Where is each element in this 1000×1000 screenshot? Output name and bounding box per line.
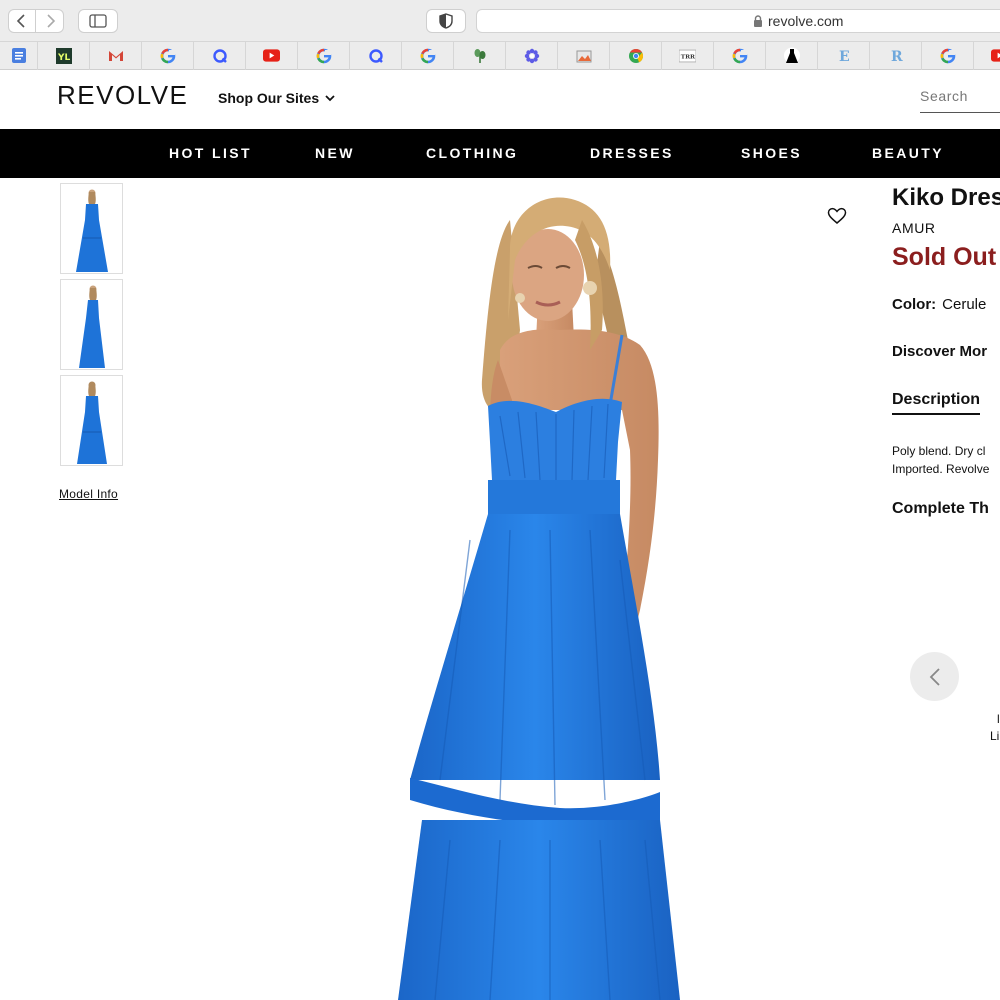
google-icon bbox=[939, 47, 956, 64]
nav-item-dresses[interactable]: DRESSES bbox=[590, 145, 674, 161]
google-icon bbox=[419, 47, 436, 64]
dress-icon bbox=[783, 47, 800, 64]
dress-thumbnail-image bbox=[77, 381, 107, 464]
forward-button[interactable] bbox=[36, 9, 64, 33]
bookmark-item[interactable] bbox=[90, 41, 142, 70]
model-info-link[interactable]: Model Info bbox=[59, 487, 118, 501]
bookmark-item[interactable] bbox=[558, 41, 610, 70]
svg-text:TRR: TRR bbox=[681, 53, 695, 60]
svg-text:R: R bbox=[891, 49, 903, 64]
dress-thumbnail-image bbox=[76, 189, 108, 272]
sidebar-toggle-button[interactable] bbox=[78, 9, 118, 33]
bookmark-item[interactable]: TRR bbox=[662, 41, 714, 70]
trr-icon: TRR bbox=[679, 47, 696, 64]
e-icon: E bbox=[835, 47, 852, 64]
color-value: Cerule bbox=[942, 296, 987, 313]
address-bar[interactable]: revolve.com bbox=[476, 9, 1000, 33]
yl-icon: YL bbox=[55, 47, 72, 64]
plant-icon bbox=[471, 47, 488, 64]
dress-thumbnail-image bbox=[79, 285, 105, 368]
bookmark-item[interactable] bbox=[610, 41, 662, 70]
svg-text:E: E bbox=[839, 49, 850, 64]
youtube-icon bbox=[263, 47, 280, 64]
bookmark-item[interactable] bbox=[142, 41, 194, 70]
product-main-image bbox=[398, 197, 680, 1000]
r-icon: R bbox=[887, 47, 904, 64]
chevron-down-icon bbox=[325, 94, 335, 101]
sold-out-label: Sold Out bbox=[892, 243, 997, 271]
chevron-right-icon bbox=[46, 14, 55, 28]
flower-icon bbox=[523, 47, 540, 64]
lock-icon bbox=[754, 15, 762, 27]
color-label: Color: bbox=[892, 296, 937, 313]
chevron-left-icon bbox=[16, 14, 25, 28]
image-icon bbox=[575, 47, 592, 64]
q-icon bbox=[367, 47, 384, 64]
thumbnail-back[interactable] bbox=[60, 375, 123, 466]
bookmark-item[interactable] bbox=[298, 41, 350, 70]
chevron-left-icon bbox=[929, 667, 940, 686]
url-text: revolve.com bbox=[768, 13, 844, 29]
description-line: Imported. Revolve bbox=[892, 462, 990, 476]
bookmark-item[interactable] bbox=[922, 41, 974, 70]
discover-more-heading: Discover Mor bbox=[892, 343, 988, 360]
bookmark-item[interactable] bbox=[454, 41, 506, 70]
q-icon bbox=[211, 47, 228, 64]
tab-description[interactable]: Description bbox=[892, 391, 981, 415]
bookmark-item[interactable] bbox=[0, 41, 38, 70]
back-button[interactable] bbox=[8, 9, 36, 33]
bookmark-item[interactable] bbox=[402, 41, 454, 70]
youtube-icon bbox=[991, 47, 1000, 64]
bookmark-item[interactable] bbox=[350, 41, 402, 70]
shield-icon bbox=[439, 13, 453, 29]
chrome-icon bbox=[627, 47, 644, 64]
bookmark-item[interactable] bbox=[506, 41, 558, 70]
product-color: Color: Cerule bbox=[892, 296, 986, 313]
carousel-prev-button[interactable] bbox=[910, 652, 959, 701]
product-name: Kiko Dres bbox=[892, 184, 1000, 211]
bookmark-item[interactable]: YL bbox=[38, 41, 90, 70]
bookmark-item[interactable] bbox=[714, 41, 766, 70]
search-input[interactable]: Search bbox=[920, 86, 1000, 113]
nav-item-hot-list[interactable]: HOT LIST bbox=[169, 145, 252, 161]
shop-our-sites-dropdown[interactable]: Shop Our Sites bbox=[218, 90, 335, 106]
google-icon bbox=[159, 47, 176, 64]
shop-our-sites-label: Shop Our Sites bbox=[218, 90, 320, 106]
bookmarks-bar: YL TRR E R bbox=[0, 41, 1000, 70]
heart-icon[interactable] bbox=[827, 207, 847, 225]
bookmark-item[interactable] bbox=[194, 41, 246, 70]
search-placeholder: Search bbox=[920, 88, 968, 104]
nav-item-new[interactable]: NEW bbox=[315, 145, 355, 161]
gmail-icon bbox=[107, 47, 124, 64]
nav-item-clothing[interactable]: CLOTHING bbox=[426, 145, 518, 161]
carousel-item-text: l bbox=[997, 712, 1000, 726]
complete-the-look-heading: Complete Th bbox=[892, 500, 989, 517]
docs-icon bbox=[10, 47, 27, 64]
bookmark-item[interactable] bbox=[974, 42, 1000, 70]
description-text: Poly blend. Dry cl Imported. Revolve bbox=[892, 442, 989, 478]
bookmark-item[interactable] bbox=[246, 41, 298, 70]
thumbnail-front[interactable] bbox=[60, 183, 123, 274]
bookmark-item[interactable]: E bbox=[818, 41, 870, 70]
bookmark-item[interactable]: R bbox=[870, 41, 922, 70]
revolve-logo[interactable]: REVOLVE bbox=[57, 80, 188, 111]
product-brand[interactable]: AMUR bbox=[892, 220, 936, 236]
nav-item-shoes[interactable]: SHOES bbox=[741, 145, 802, 161]
browser-window: revolve.com YL TRR E R REVOLVE Shop Our Sit… bbox=[0, 0, 1000, 1000]
svg-text:YL: YL bbox=[57, 53, 71, 63]
carousel-item-text: Li bbox=[990, 729, 1000, 743]
privacy-button[interactable] bbox=[426, 9, 466, 33]
google-icon bbox=[731, 47, 748, 64]
thumbnail-side[interactable] bbox=[60, 279, 123, 370]
google-icon bbox=[315, 47, 332, 64]
description-line: Poly blend. Dry cl bbox=[892, 444, 986, 458]
bookmark-item[interactable] bbox=[766, 41, 818, 70]
main-navigation: HOT LIST NEW CLOTHING DRESSES SHOES BEAU… bbox=[0, 129, 1000, 178]
nav-item-beauty[interactable]: BEAUTY bbox=[872, 145, 944, 161]
site-header: REVOLVE Shop Our Sites Search bbox=[0, 70, 1000, 129]
sidebar-icon bbox=[89, 14, 107, 28]
nav-buttons bbox=[8, 9, 64, 33]
browser-toolbar: revolve.com bbox=[0, 0, 1000, 42]
